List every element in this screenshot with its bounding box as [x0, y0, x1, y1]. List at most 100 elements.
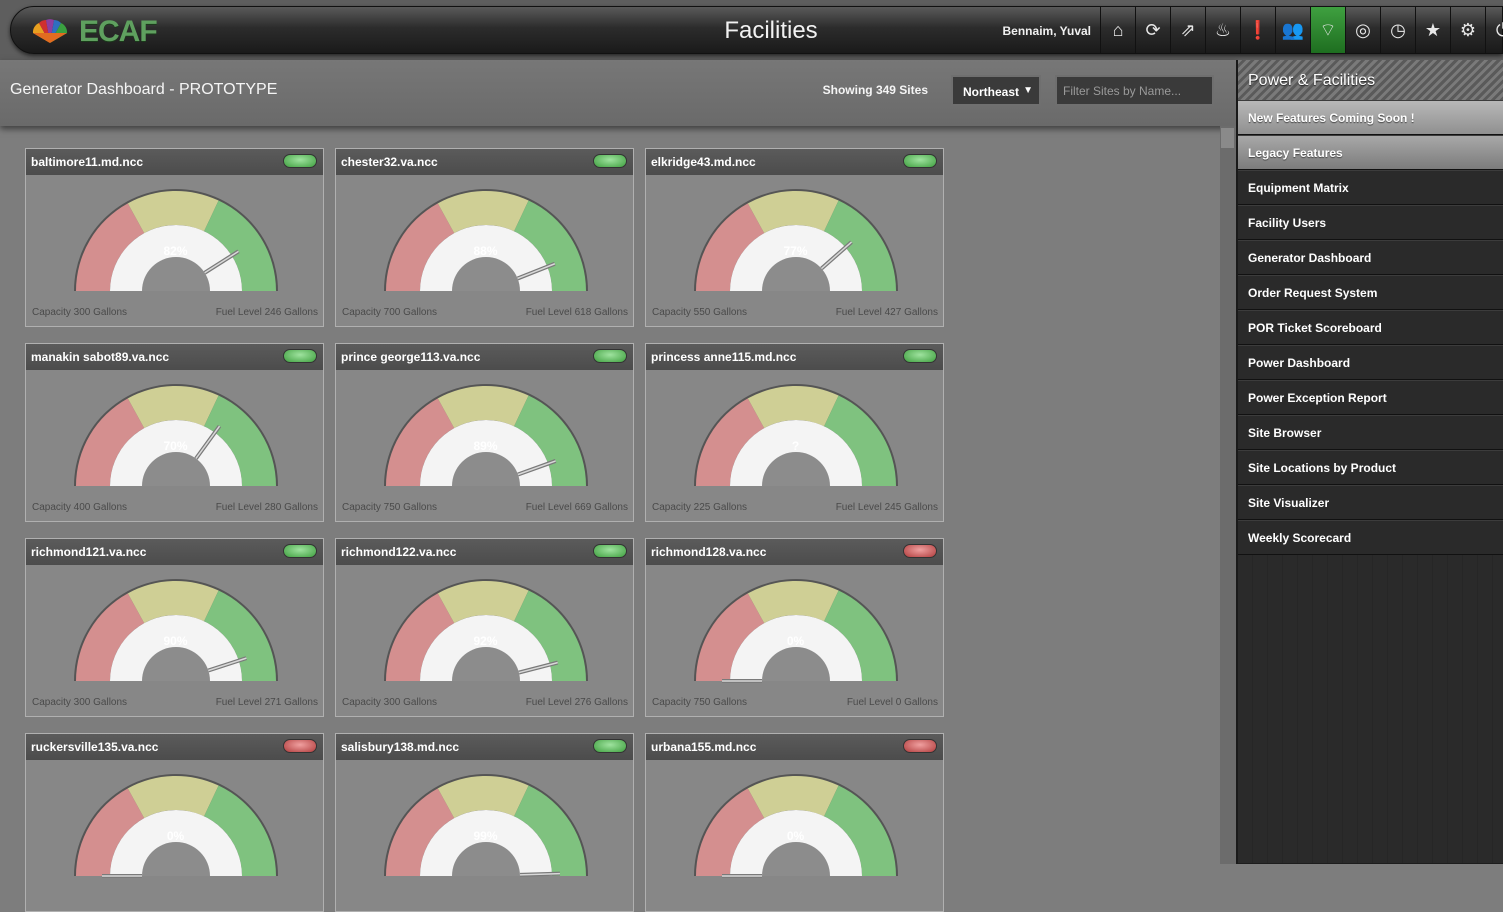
- fuel-level-label: Fuel Level 669 Gallons: [525, 502, 628, 513]
- sidebar-item[interactable]: Legacy Features: [1238, 135, 1503, 170]
- gauge-percent: 0%: [786, 634, 805, 648]
- sidebar-item[interactable]: Weekly Scorecard: [1238, 520, 1503, 555]
- capacity-label: Capacity 750 Gallons: [652, 697, 748, 708]
- scrollbar-thumb[interactable]: [1221, 128, 1234, 148]
- sidebar-item[interactable]: Order Request System: [1238, 275, 1503, 310]
- site-name: elkridge43.md.ncc: [651, 155, 756, 169]
- sidebar-item[interactable]: Equipment Matrix: [1238, 170, 1503, 205]
- fuel-level-label: Fuel Level 618 Gallons: [525, 307, 628, 318]
- generator-card[interactable]: richmond122.va.ncc 92% Capacity 300 Gall…: [335, 538, 634, 717]
- star-icon[interactable]: ★: [1415, 7, 1450, 53]
- sidebar-item[interactable]: Site Visualizer: [1238, 485, 1503, 520]
- app-logo[interactable]: ECAF: [29, 15, 169, 48]
- side-panel-title: Power & Facilities: [1238, 60, 1503, 100]
- sidebar-item[interactable]: POR Ticket Scoreboard: [1238, 310, 1503, 345]
- scrollbar[interactable]: [1220, 126, 1236, 864]
- site-name: urbana155.md.ncc: [651, 740, 757, 754]
- generator-card[interactable]: princess anne115.md.ncc ? Capacity 225 G…: [645, 343, 944, 522]
- sidebar-item[interactable]: Power Exception Report: [1238, 380, 1503, 415]
- fuel-gauge: [384, 579, 588, 681]
- gauge-percent: 70%: [163, 439, 188, 453]
- power-icon[interactable]: ⏻: [1485, 7, 1503, 53]
- card-header: richmond122.va.ncc: [336, 539, 633, 565]
- capacity-label: Capacity 400 Gallons: [32, 502, 128, 513]
- generator-card[interactable]: chester32.va.ncc 88% Capacity 700 Gallon…: [335, 148, 634, 327]
- generator-card[interactable]: urbana155.md.ncc 0%: [645, 733, 944, 912]
- card-header: chester32.va.ncc: [336, 149, 633, 175]
- generator-card[interactable]: prince george113.va.ncc 89% Capacity 750…: [335, 343, 634, 522]
- status-led: [903, 349, 937, 363]
- fuel-level-label: Fuel Level 246 Gallons: [215, 307, 318, 318]
- dashboard-header: Generator Dashboard - PROTOTYPE Showing …: [0, 60, 1236, 126]
- status-led: [903, 154, 937, 168]
- share-icon[interactable]: ⇗: [1170, 7, 1205, 53]
- sidebar-item[interactable]: Power Dashboard: [1238, 345, 1503, 380]
- side-panel: Power & Facilities New Features Coming S…: [1236, 60, 1503, 864]
- status-led: [903, 544, 937, 558]
- capacity-label: Capacity 225 Gallons: [652, 502, 748, 513]
- status-led: [283, 349, 317, 363]
- site-filter-input[interactable]: [1055, 75, 1214, 106]
- generator-card[interactable]: richmond121.va.ncc 90% Capacity 300 Gall…: [25, 538, 324, 717]
- alert-icon[interactable]: ❗: [1240, 7, 1275, 53]
- capacity-label: Capacity 300 Gallons: [342, 697, 438, 708]
- sidebar-item[interactable]: Site Locations by Product: [1238, 450, 1503, 485]
- home-icon[interactable]: ⌂: [1100, 7, 1135, 53]
- generator-card[interactable]: elkridge43.md.ncc 77% Capacity 550 Gallo…: [645, 148, 944, 327]
- gear-icon[interactable]: ⚙: [1450, 7, 1485, 53]
- gauge-percent: ?: [791, 439, 800, 453]
- wifi-icon[interactable]: ⌔: [1310, 7, 1345, 53]
- fuel-gauge: [384, 774, 588, 877]
- capacity-label: Capacity 300 Gallons: [32, 307, 128, 318]
- clock-icon[interactable]: ◷: [1380, 7, 1415, 53]
- refresh-icon[interactable]: ⟳: [1135, 7, 1170, 53]
- fuel-level-label: Fuel Level 276 Gallons: [525, 697, 628, 708]
- fuel-level-label: Fuel Level 427 Gallons: [835, 307, 938, 318]
- generator-card[interactable]: salisbury138.md.ncc 99%: [335, 733, 634, 912]
- capacity-label: Capacity 700 Gallons: [342, 307, 438, 318]
- sidebar-item[interactable]: New Features Coming Soon !: [1238, 100, 1503, 135]
- generator-card[interactable]: ruckersville135.va.ncc 0%: [25, 733, 324, 912]
- gauge-percent: 89%: [473, 439, 498, 453]
- fuel-gauge: [384, 384, 588, 486]
- fuel-gauge: [694, 579, 898, 683]
- site-name: manakin sabot89.va.ncc: [31, 350, 170, 364]
- user-name[interactable]: Bennaim, Yuval: [971, 24, 1091, 38]
- sidebar-item[interactable]: Site Browser: [1238, 415, 1503, 450]
- side-panel-filler: [1238, 555, 1503, 863]
- logo-text: ECAF: [79, 15, 158, 48]
- fuel-level-label: Fuel Level 245 Gallons: [835, 502, 938, 513]
- fuel-level-label: Fuel Level 271 Gallons: [215, 697, 318, 708]
- fuel-level-label: Fuel Level 280 Gallons: [215, 502, 318, 513]
- status-led: [593, 154, 627, 168]
- capacity-label: Capacity 550 Gallons: [652, 307, 748, 318]
- generator-card[interactable]: baltimore11.md.ncc 82% Capacity 300 Gall…: [25, 148, 324, 327]
- users-icon[interactable]: 👥: [1275, 7, 1310, 53]
- sidebar-item[interactable]: Facility Users: [1238, 205, 1503, 240]
- fire-icon[interactable]: ♨: [1205, 7, 1240, 53]
- fingerprint-icon[interactable]: ◎: [1345, 7, 1380, 53]
- site-name: prince george113.va.ncc: [341, 350, 481, 364]
- fuel-gauge: [74, 774, 278, 878]
- sidebar-item[interactable]: Generator Dashboard: [1238, 240, 1503, 275]
- generator-card[interactable]: richmond128.va.ncc 0% Capacity 750 Gallo…: [645, 538, 944, 717]
- page-title: Generator Dashboard - PROTOTYPE: [10, 81, 278, 98]
- site-name: richmond122.va.ncc: [341, 545, 457, 559]
- status-led: [593, 349, 627, 363]
- site-name: richmond121.va.ncc: [31, 545, 147, 559]
- fuel-level-label: Fuel Level 0 Gallons: [846, 697, 938, 708]
- gauge-percent: 82%: [163, 244, 188, 258]
- gauge-percent: 90%: [163, 634, 188, 648]
- fuel-gauge: [694, 774, 898, 878]
- capacity-label: Capacity 750 Gallons: [342, 502, 438, 513]
- site-name: ruckersville135.va.ncc: [31, 740, 159, 754]
- status-led: [283, 154, 317, 168]
- fuel-gauge: [74, 384, 278, 486]
- generator-card[interactable]: manakin sabot89.va.ncc 70% Capacity 400 …: [25, 343, 324, 522]
- status-led: [593, 739, 627, 753]
- gauge-percent: 92%: [473, 634, 498, 648]
- region-select[interactable]: Northeast ▼: [951, 75, 1041, 106]
- status-led: [593, 544, 627, 558]
- site-name: richmond128.va.ncc: [651, 545, 767, 559]
- gauge-percent: 99%: [473, 829, 498, 843]
